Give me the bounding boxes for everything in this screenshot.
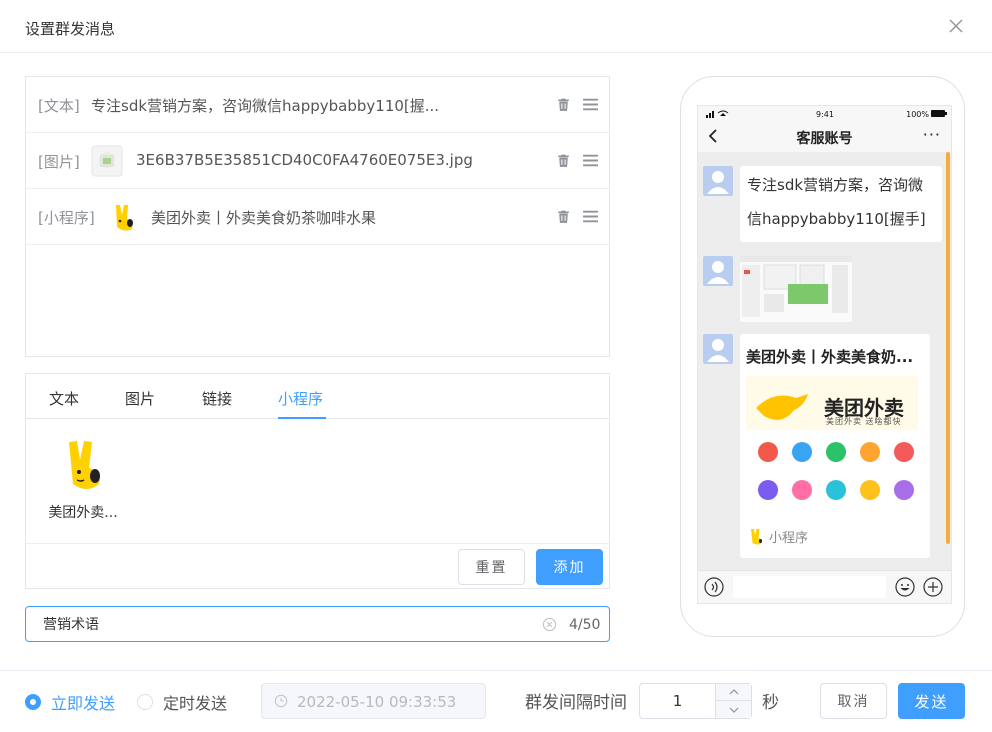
add-button[interactable]: 添加 <box>536 549 603 585</box>
battery-icon <box>931 110 947 117</box>
message-editor: 文本 图片 链接 小程序 美团外卖... 重置 添加 <box>25 373 610 589</box>
plus-icon[interactable] <box>923 577 943 597</box>
tab-bar: 文本 图片 链接 小程序 <box>26 374 609 419</box>
editor-footer: 重置 添加 <box>26 543 609 588</box>
close-icon[interactable] <box>948 18 964 34</box>
title-input[interactable] <box>27 608 527 640</box>
tab-link[interactable]: 链接 <box>202 388 232 409</box>
drag-handle-icon[interactable] <box>582 208 599 225</box>
title-input-wrapper: 4/50 <box>25 606 610 642</box>
tab-image[interactable]: 图片 <box>125 388 155 409</box>
voice-icon[interactable] <box>704 577 724 597</box>
increase-button[interactable] <box>716 684 752 701</box>
dialog-footer: 立即发送 定时发送 2022-05-10 09:33:53 群发间隔时间 1 秒… <box>0 670 992 732</box>
list-item[interactable]: [文本] 专注sdk营销方案，咨询微信happybabby110[握... <box>26 77 609 133</box>
message-text: 3E6B37B5E35851CD40C0FA4760E075E3.jpg <box>136 151 473 169</box>
clock-icon <box>274 694 288 708</box>
message-type: [文本] <box>38 97 80 115</box>
status-time: 9:41 <box>816 110 834 119</box>
chat-input[interactable] <box>733 576 886 598</box>
message-type: [图片] <box>38 153 80 171</box>
interval-stepper[interactable]: 1 <box>639 683 752 719</box>
miniprogram-card-label: 美团外卖... <box>48 505 118 521</box>
dialog-title: 设置群发消息 <box>25 20 116 38</box>
delete-icon[interactable] <box>555 152 572 169</box>
delete-icon[interactable] <box>555 208 572 225</box>
text-bubble-content: 专注sdk营销方案，咨询微信happybabby110[握手] <box>747 176 926 228</box>
miniprogram-card[interactable]: 美团外卖... <box>42 438 124 522</box>
chat-input-bar <box>698 570 951 603</box>
interval-value[interactable]: 1 <box>640 692 715 710</box>
tab-miniprogram[interactable]: 小程序 <box>278 388 323 409</box>
chat-navbar: 客服账号 ··· <box>698 122 951 152</box>
dialog-header: 设置群发消息 <box>0 0 992 53</box>
chevron-down-icon <box>729 707 739 713</box>
dialog: 设置群发消息 [文本] 专注sdk营销方案，咨询微信happybabby110[… <box>0 0 992 732</box>
chat-title: 客服账号 <box>796 131 853 147</box>
status-bar: 9:41 100% <box>698 106 951 122</box>
miniprogram-footer: 小程序 <box>748 527 808 546</box>
schedule-datetime-picker[interactable]: 2022-05-10 09:33:53 <box>261 683 486 719</box>
drag-handle-icon[interactable] <box>582 152 599 169</box>
miniprogram-footer-label: 小程序 <box>769 531 809 546</box>
signal-icon <box>706 110 729 118</box>
image-thumbnail <box>91 145 123 177</box>
stepper-arrows <box>715 684 752 718</box>
char-counter: 4/50 <box>569 617 601 633</box>
battery-text: 100% <box>906 110 929 119</box>
drag-handle-icon[interactable] <box>582 96 599 113</box>
list-item[interactable]: [小程序] 美团外卖丨外卖美食奶茶咖啡水果 <box>26 189 609 245</box>
radio-label: 定时发送 <box>163 694 228 713</box>
message-text: 美团外卖丨外卖美食奶茶咖啡水果 <box>151 209 377 227</box>
radio-send-scheduled[interactable]: 定时发送 <box>137 690 227 714</box>
phone-preview: 9:41 100% 客服账号 ··· 专注sdk营销方案，咨询微信happyba… <box>680 76 965 637</box>
chevron-up-icon <box>729 689 739 695</box>
avatar <box>703 334 733 364</box>
send-button[interactable]: 发送 <box>898 683 965 719</box>
message-list: [文本] 专注sdk营销方案，咨询微信happybabby110[握... [图… <box>25 76 610 357</box>
active-tab-indicator <box>278 417 326 419</box>
emoji-icon[interactable] <box>895 577 915 597</box>
message-text: 专注sdk营销方案，咨询微信happybabby110[握... <box>91 97 440 115</box>
delete-icon[interactable] <box>555 96 572 113</box>
meituan-kangaroo-icon <box>69 441 100 489</box>
radio-dot <box>25 694 41 710</box>
meituan-kangaroo-icon <box>751 528 762 545</box>
image-bubble <box>740 256 852 322</box>
reset-button[interactable]: 重置 <box>458 549 525 585</box>
clear-icon[interactable] <box>542 617 557 632</box>
radio-dot <box>137 694 153 710</box>
datetime-value: 2022-05-10 09:33:53 <box>297 693 457 711</box>
tab-text[interactable]: 文本 <box>49 388 79 409</box>
message-type: [小程序] <box>38 209 95 227</box>
meituan-slogan: 美团外卖 送啥都快 <box>826 417 902 426</box>
miniprogram-bubble[interactable]: 美团外卖丨外卖美食奶... 美团外卖 美团外卖 送啥都快 小程序 <box>740 334 930 558</box>
avatar <box>703 166 733 196</box>
text-bubble: 专注sdk营销方案，咨询微信happybabby110[握手] <box>740 166 942 242</box>
scrollbar[interactable] <box>946 152 950 544</box>
miniprogram-bubble-title: 美团外卖丨外卖美食奶... <box>746 348 914 366</box>
decrease-button[interactable] <box>716 701 752 718</box>
interval-label: 群发间隔时间 <box>525 693 627 713</box>
more-icon[interactable]: ··· <box>923 125 941 144</box>
cancel-button[interactable]: 取消 <box>820 683 887 719</box>
interval-unit: 秒 <box>762 693 779 713</box>
avatar <box>703 256 733 286</box>
list-item[interactable]: [图片] 3E6B37B5E35851CD40C0FA4760E075E3.jp… <box>26 133 609 189</box>
meituan-kangaroo-icon <box>116 205 133 231</box>
radio-send-now[interactable]: 立即发送 <box>25 690 115 714</box>
radio-label: 立即发送 <box>51 694 116 713</box>
phone-screen: 9:41 100% 客服账号 ··· 专注sdk营销方案，咨询微信happyba… <box>697 105 952 604</box>
